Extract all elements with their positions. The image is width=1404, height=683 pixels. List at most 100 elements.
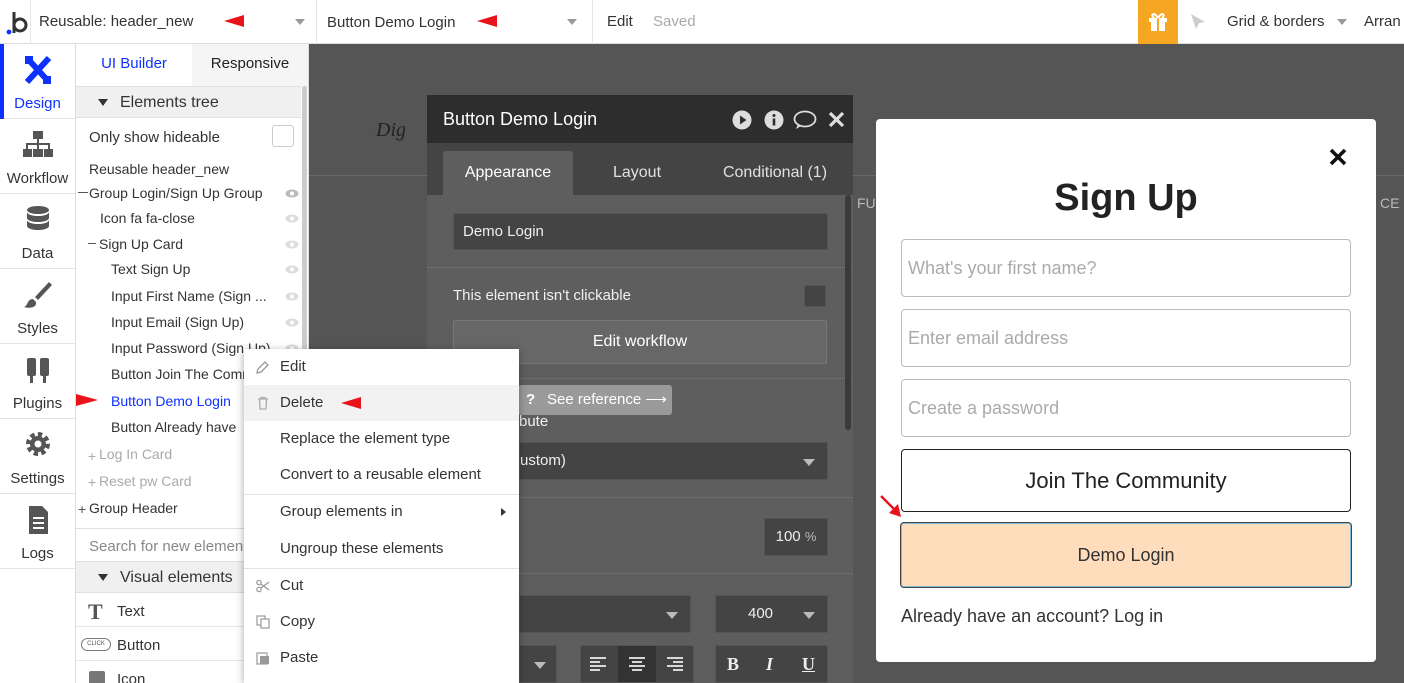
- nav-label: Logs: [21, 545, 54, 562]
- font-dropdown[interactable]: [519, 595, 691, 633]
- menu-item-cut[interactable]: Cut: [244, 568, 519, 604]
- style-dropdown[interactable]: ustom): [519, 442, 828, 480]
- font-weight-dropdown[interactable]: 400: [715, 595, 828, 633]
- left-navigation: Design Workflow Data Styles Plugins Sett…: [0, 44, 76, 683]
- canvas-edge-text: CE: [1380, 195, 1400, 211]
- bubble-logo-icon[interactable]: [4, 8, 30, 36]
- eye-icon[interactable]: [285, 214, 299, 223]
- comment-icon[interactable]: [793, 110, 817, 130]
- elements-tree-header[interactable]: Elements tree: [76, 86, 301, 118]
- menu-item-label: Edit: [280, 358, 306, 375]
- close-icon[interactable]: [828, 111, 845, 128]
- close-icon[interactable]: [1329, 148, 1347, 166]
- only-show-hideable-checkbox[interactable]: [272, 125, 294, 147]
- property-editor-header[interactable]: Button Demo Login: [427, 95, 853, 143]
- tab-conditional[interactable]: Conditional (1): [701, 151, 849, 195]
- bold-button[interactable]: B: [727, 654, 739, 675]
- button-label-field[interactable]: Demo Login: [453, 213, 828, 250]
- eye-icon[interactable]: [285, 265, 299, 274]
- opacity-value: 100: [775, 528, 801, 545]
- menu-item-label: Cut: [280, 577, 304, 594]
- join-community-button[interactable]: Join The Community: [901, 449, 1351, 512]
- tab-responsive[interactable]: Responsive: [192, 44, 308, 88]
- menu-item-group-in[interactable]: Group elements in: [244, 494, 519, 530]
- gift-button[interactable]: [1138, 0, 1178, 44]
- chevron-down-icon[interactable]: [295, 19, 305, 25]
- menu-item-copy[interactable]: Copy: [244, 604, 519, 640]
- page-selector[interactable]: Reusable: header_new: [39, 13, 193, 30]
- annotation-arrow: [879, 494, 905, 520]
- saved-status: Saved: [653, 13, 696, 30]
- underline-button[interactable]: U: [802, 654, 815, 675]
- menu-item-edit[interactable]: Edit: [244, 349, 519, 385]
- expand-icon[interactable]: +: [88, 448, 96, 464]
- top-toolbar: Reusable: header_new Button Demo Login E…: [0, 0, 1404, 44]
- nav-workflow[interactable]: Workflow: [0, 119, 75, 194]
- style-dropdown-value: ustom): [520, 452, 566, 469]
- play-icon[interactable]: [732, 110, 752, 130]
- align-right-icon[interactable]: [666, 656, 684, 672]
- demo-login-button[interactable]: Demo Login: [900, 522, 1352, 588]
- align-center-icon[interactable]: [628, 656, 646, 672]
- nav-plugins[interactable]: Plugins: [0, 344, 75, 419]
- nav-styles[interactable]: Styles: [0, 269, 75, 344]
- password-input[interactable]: Create a password: [901, 379, 1351, 437]
- nav-label: Settings: [10, 470, 65, 487]
- menu-item-ungroup[interactable]: Ungroup these elements: [244, 531, 519, 567]
- login-link[interactable]: Already have an account? Log in: [901, 606, 1163, 627]
- first-name-input[interactable]: What's your first name?: [901, 239, 1351, 297]
- chevron-right-icon: [501, 508, 506, 516]
- tab-appearance[interactable]: Appearance: [443, 151, 573, 195]
- expand-icon[interactable]: +: [78, 501, 86, 517]
- chevron-down-icon: [98, 99, 108, 106]
- expand-icon[interactable]: +: [88, 474, 96, 490]
- info-icon[interactable]: [764, 110, 784, 130]
- chevron-down-icon: [666, 612, 678, 619]
- eye-icon[interactable]: [285, 240, 299, 249]
- attribute-label: bute: [519, 413, 549, 430]
- grid-borders-menu[interactable]: Grid & borders: [1227, 13, 1325, 30]
- sign-up-popup: Sign Up What's your first name? Enter em…: [876, 119, 1376, 662]
- eye-icon[interactable]: [285, 318, 299, 327]
- menu-item-label: Delete: [280, 394, 324, 411]
- nav-label: Design: [14, 95, 61, 112]
- menu-item-convert-reusable[interactable]: Convert to a reusable element: [244, 457, 519, 493]
- italic-button[interactable]: I: [766, 654, 773, 675]
- opacity-field[interactable]: 100 %: [764, 518, 828, 556]
- see-reference-link[interactable]: ? See reference ⟶: [518, 385, 672, 415]
- annotation-arrow: [477, 15, 497, 27]
- visual-element-label: Text: [117, 603, 145, 620]
- tab-layout[interactable]: Layout: [573, 151, 701, 195]
- eye-icon[interactable]: [285, 292, 299, 301]
- nav-label: Data: [21, 245, 54, 262]
- menu-item-replace-type[interactable]: Replace the element type: [244, 421, 519, 457]
- document-icon: [21, 504, 55, 536]
- text-icon: T: [88, 599, 103, 624]
- not-clickable-checkbox[interactable]: [804, 285, 826, 307]
- chevron-down-icon: [803, 459, 815, 466]
- nav-label: Plugins: [12, 395, 63, 412]
- tree-scrollbar[interactable]: [302, 86, 307, 386]
- context-menu: Edit Delete Replace the element type Con…: [244, 349, 519, 683]
- menu-item-paste[interactable]: Paste: [244, 640, 519, 676]
- nav-data[interactable]: Data: [0, 194, 75, 269]
- chevron-down-icon[interactable]: [1337, 19, 1347, 25]
- size-dropdown[interactable]: [519, 645, 557, 683]
- tab-ui-builder[interactable]: UI Builder: [76, 44, 192, 88]
- menu-item-delete[interactable]: Delete: [244, 385, 519, 421]
- eye-icon[interactable]: [285, 189, 299, 198]
- property-scrollbar[interactable]: [845, 195, 851, 430]
- cursor-icon[interactable]: [1188, 12, 1208, 32]
- email-input[interactable]: Enter email address: [901, 309, 1351, 367]
- user-menu[interactable]: Arran: [1364, 13, 1401, 30]
- nav-settings[interactable]: Settings: [0, 419, 75, 494]
- tree-item[interactable]: Reusable header_new: [89, 161, 319, 177]
- align-left-icon[interactable]: [589, 656, 607, 672]
- nav-label: Styles: [17, 320, 58, 337]
- nav-design[interactable]: Design: [0, 44, 75, 119]
- nav-logs[interactable]: Logs: [0, 494, 75, 569]
- edit-menu[interactable]: Edit: [607, 13, 633, 30]
- chevron-down-icon[interactable]: [567, 19, 577, 25]
- menu-item-label: Paste: [280, 649, 319, 666]
- element-selector[interactable]: Button Demo Login: [327, 14, 455, 31]
